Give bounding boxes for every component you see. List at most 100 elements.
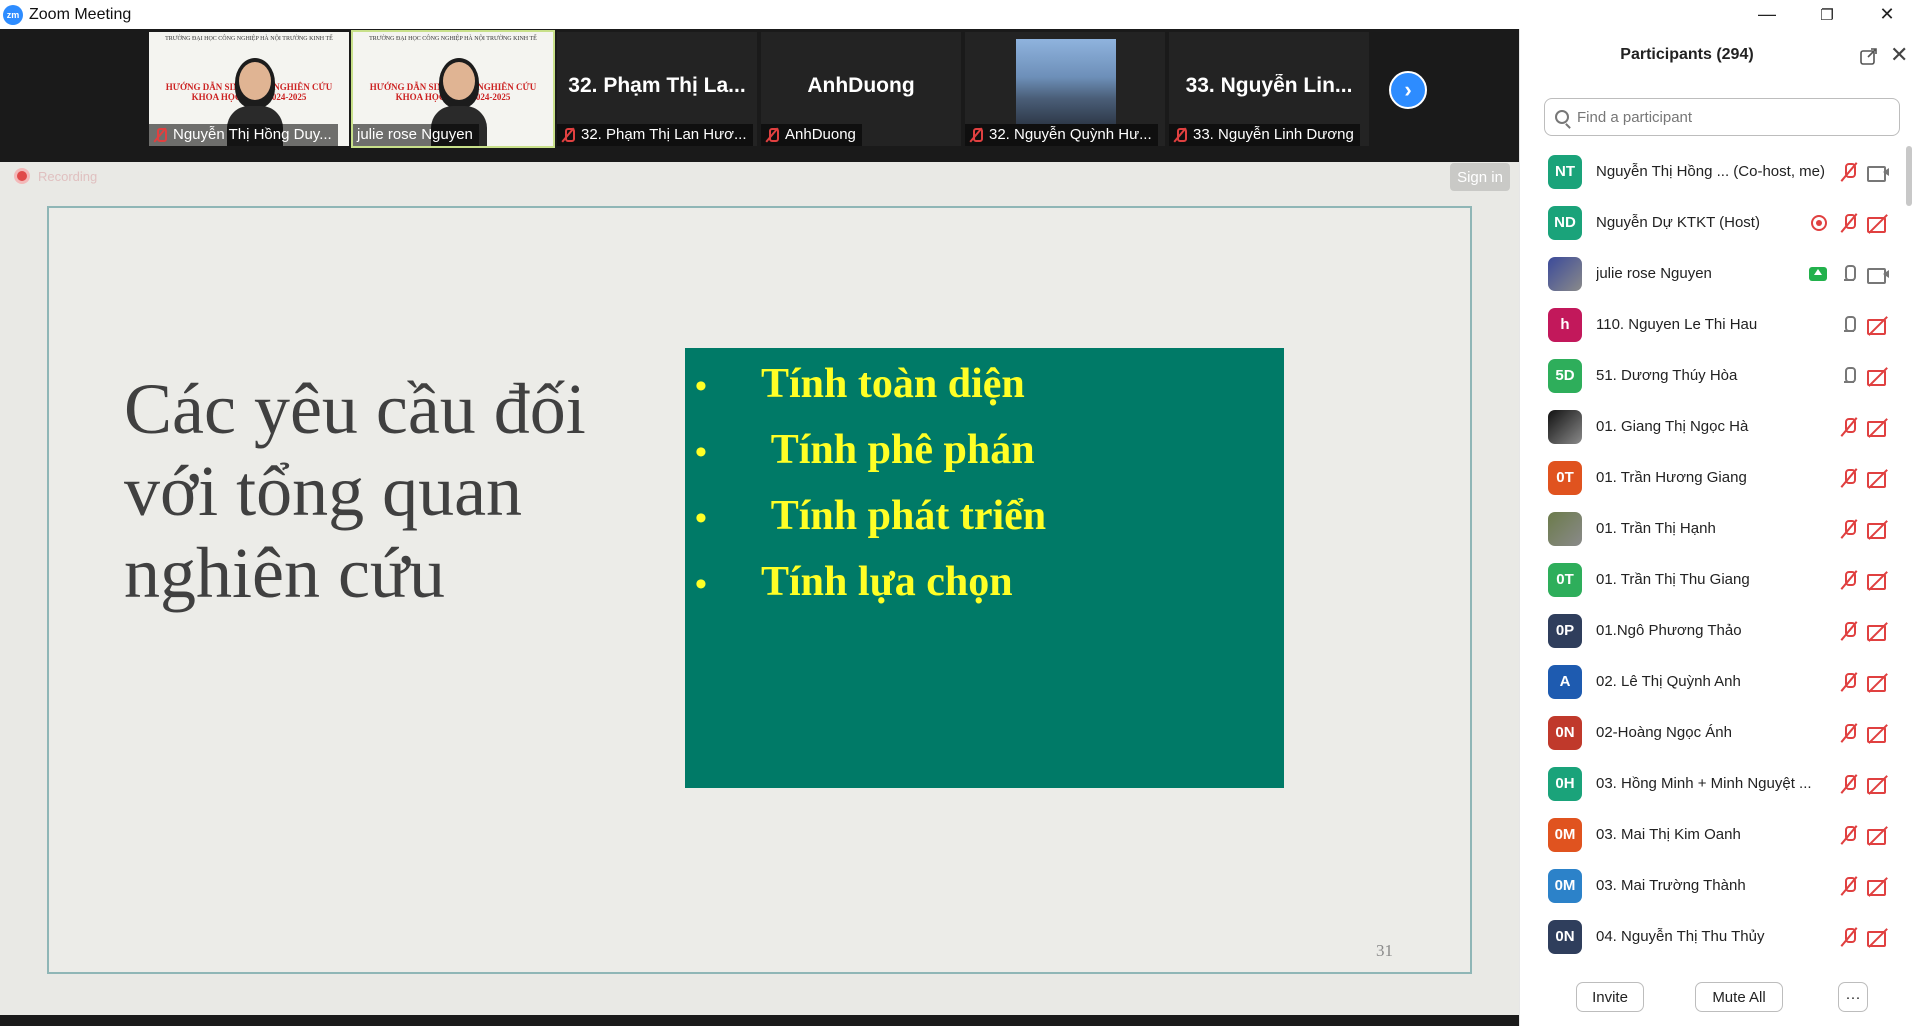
next-page-arrow-icon[interactable]: › <box>1389 71 1427 109</box>
participant-row[interactable]: 5D 51. Dương Thúy Hòa <box>1520 350 1906 401</box>
more-options-button[interactable]: ··· <box>1838 982 1868 1012</box>
mic-muted-icon[interactable] <box>1840 774 1858 794</box>
video-tile[interactable]: AnhDuong AnhDuong <box>761 32 961 146</box>
camera-off-icon[interactable] <box>1867 826 1889 845</box>
camera-off-icon[interactable] <box>1867 469 1889 488</box>
mic-muted-icon[interactable] <box>1840 876 1858 896</box>
camera-off-icon[interactable] <box>1867 316 1889 335</box>
mic-muted-icon[interactable] <box>1840 723 1858 743</box>
participants-panel: Participants (294) ✕ NT Nguyễn Thị Hồng .… <box>1519 29 1915 1026</box>
window-title: Zoom Meeting <box>29 5 132 23</box>
mic-muted-icon[interactable] <box>1840 213 1858 233</box>
participant-row[interactable]: 0N 02-Hoàng Ngọc Ánh <box>1520 707 1906 758</box>
video-tile-active-speaker[interactable]: TRƯỜNG ĐẠI HỌC CÔNG NGHIỆP HÀ NỘI TRƯỜNG… <box>351 30 555 148</box>
meeting-area: TRƯỜNG ĐẠI HỌC CÔNG NGHIỆP HÀ NỘI TRƯỜNG… <box>0 29 1519 1026</box>
participant-row[interactable]: h 110. Nguyen Le Thi Hau <box>1520 299 1906 350</box>
participant-photo <box>1016 39 1116 124</box>
participant-row[interactable]: A 02. Lê Thị Quỳnh Anh <box>1520 656 1906 707</box>
zoom-logo-icon: zm <box>3 4 23 25</box>
mic-muted-icon[interactable] <box>1840 927 1858 947</box>
screen-share-icon <box>1809 266 1827 281</box>
camera-off-icon[interactable] <box>1867 877 1889 896</box>
tile-name-label: julie rose Nguyen <box>353 124 479 146</box>
participant-row[interactable]: 0N 04. Nguyễn Thị Thu Thủy <box>1520 911 1906 962</box>
tile-display-name: AnhDuong <box>807 74 915 97</box>
participant-row[interactable]: julie rose Nguyen <box>1520 248 1906 299</box>
participant-row[interactable]: 0P 01.Ngô Phương Thảo <box>1520 605 1906 656</box>
camera-off-icon[interactable] <box>1867 775 1889 794</box>
camera-off-icon[interactable] <box>1867 622 1889 641</box>
recording-icon <box>1811 214 1827 231</box>
list-scrollbar[interactable] <box>1906 146 1912 206</box>
mic-muted-icon[interactable] <box>1840 519 1858 539</box>
camera-off-icon[interactable] <box>1867 367 1889 386</box>
mic-muted-icon[interactable] <box>1840 825 1858 845</box>
minimize-button[interactable]: — <box>1743 0 1791 29</box>
participant-name: 01. Giang Thị Ngọc Hà <box>1596 418 1749 435</box>
mic-muted-icon[interactable] <box>1840 162 1858 182</box>
mic-muted-icon[interactable] <box>1840 570 1858 590</box>
avatar: h <box>1548 307 1582 342</box>
participant-row[interactable]: 0H 03. Hồng Minh + Minh Nguyệt ... <box>1520 758 1906 809</box>
restore-button[interactable]: ❐ <box>1803 0 1851 29</box>
participant-row[interactable]: ND Nguyễn Dự KTKT (Host) <box>1520 197 1906 248</box>
participant-name: 51. Dương Thúy Hòa <box>1596 367 1738 384</box>
tile-name-label: 33. Nguyễn Linh Dương <box>1169 124 1360 146</box>
participant-name: 04. Nguyễn Thị Thu Thủy <box>1596 928 1765 945</box>
presentation-slide: Các yêu cầu đối với tổng quan nghiên cứu… <box>47 206 1472 974</box>
mic-muted-icon[interactable] <box>1840 672 1858 692</box>
participants-list: NT Nguyễn Thị Hồng ... (Co-host, me) ND Ngu… <box>1520 146 1915 976</box>
video-tile[interactable]: 32. Nguyễn Quỳnh Hư... <box>965 32 1165 146</box>
sign-in-button[interactable]: Sign in <box>1450 163 1510 191</box>
camera-icon[interactable] <box>1867 163 1889 182</box>
bullet-box: • Tính toàn diện • Tính phê phán • Tính p… <box>685 348 1284 788</box>
bullet-item: • Tính phát triển <box>695 493 1047 539</box>
video-tile[interactable]: 33. Nguyễn Lin... 33. Nguyễn Linh Dương <box>1169 32 1369 146</box>
mic-muted-icon[interactable] <box>1840 417 1858 437</box>
camera-off-icon[interactable] <box>1867 724 1889 743</box>
mic-muted-icon[interactable] <box>1840 621 1858 641</box>
close-panel-icon[interactable]: ✕ <box>1890 42 1908 68</box>
avatar: 0T <box>1548 562 1582 597</box>
tile-display-name: 32. Phạm Thị La... <box>568 74 746 97</box>
mic-icon[interactable] <box>1840 264 1858 284</box>
camera-off-icon[interactable] <box>1867 673 1889 692</box>
video-filmstrip: TRƯỜNG ĐẠI HỌC CÔNG NGHIỆP HÀ NỘI TRƯỜNG… <box>0 29 1519 162</box>
camera-off-icon[interactable] <box>1867 571 1889 590</box>
pop-out-icon[interactable] <box>1860 47 1878 65</box>
participant-row[interactable]: 0T 01. Trần Hương Giang <box>1520 452 1906 503</box>
mic-icon[interactable] <box>1840 366 1858 386</box>
camera-off-icon[interactable] <box>1867 520 1889 539</box>
participant-name: 02-Hoàng Ngọc Ánh <box>1596 724 1732 741</box>
close-window-button[interactable]: ✕ <box>1863 0 1911 29</box>
tile-name-label: 32. Nguyễn Quỳnh Hư... <box>965 124 1158 146</box>
participant-row[interactable]: 0M 03. Mai Thị Kim Oanh <box>1520 809 1906 860</box>
camera-off-icon[interactable] <box>1867 928 1889 947</box>
camera-off-icon[interactable] <box>1867 418 1889 437</box>
participant-search[interactable] <box>1544 98 1900 136</box>
thumb-header: TRƯỜNG ĐẠI HỌC CÔNG NGHIỆP HÀ NỘI TRƯỜNG… <box>165 36 333 42</box>
avatar: 0N <box>1548 919 1582 954</box>
tile-name-label: 32. Phạm Thị Lan Hươ... <box>557 124 753 146</box>
participant-row[interactable]: 0M 03. Mai Trường Thành <box>1520 860 1906 911</box>
participant-name: 110. Nguyen Le Thi Hau <box>1596 316 1758 333</box>
invite-button[interactable]: Invite <box>1576 982 1644 1012</box>
participant-row[interactable]: 01. Trần Thị Hạnh <box>1520 503 1906 554</box>
participant-row[interactable]: NT Nguyễn Thị Hồng ... (Co-host, me) <box>1520 146 1906 197</box>
tile-name-label: AnhDuong <box>761 124 862 146</box>
participant-row[interactable]: 01. Giang Thị Ngọc Hà <box>1520 401 1906 452</box>
video-tile[interactable]: 32. Phạm Thị La... 32. Phạm Thị Lan Hươ.… <box>557 32 757 146</box>
search-input[interactable] <box>1577 108 1877 126</box>
avatar: ND <box>1548 205 1582 240</box>
title-bar: zm Zoom Meeting — ❐ ✕ <box>0 0 1915 29</box>
mic-icon[interactable] <box>1840 315 1858 335</box>
camera-off-icon[interactable] <box>1867 214 1889 233</box>
participant-row[interactable]: 0T 01. Trần Thị Thu Giang <box>1520 554 1906 605</box>
camera-icon[interactable] <box>1867 265 1889 284</box>
avatar: 0P <box>1548 613 1582 648</box>
mic-muted-icon[interactable] <box>1840 468 1858 488</box>
mute-all-button[interactable]: Mute All <box>1695 982 1783 1012</box>
avatar <box>1548 256 1582 291</box>
participant-name: 02. Lê Thị Quỳnh Anh <box>1596 673 1741 690</box>
video-tile[interactable]: TRƯỜNG ĐẠI HỌC CÔNG NGHIỆP HÀ NỘI TRƯỜNG… <box>149 32 349 146</box>
